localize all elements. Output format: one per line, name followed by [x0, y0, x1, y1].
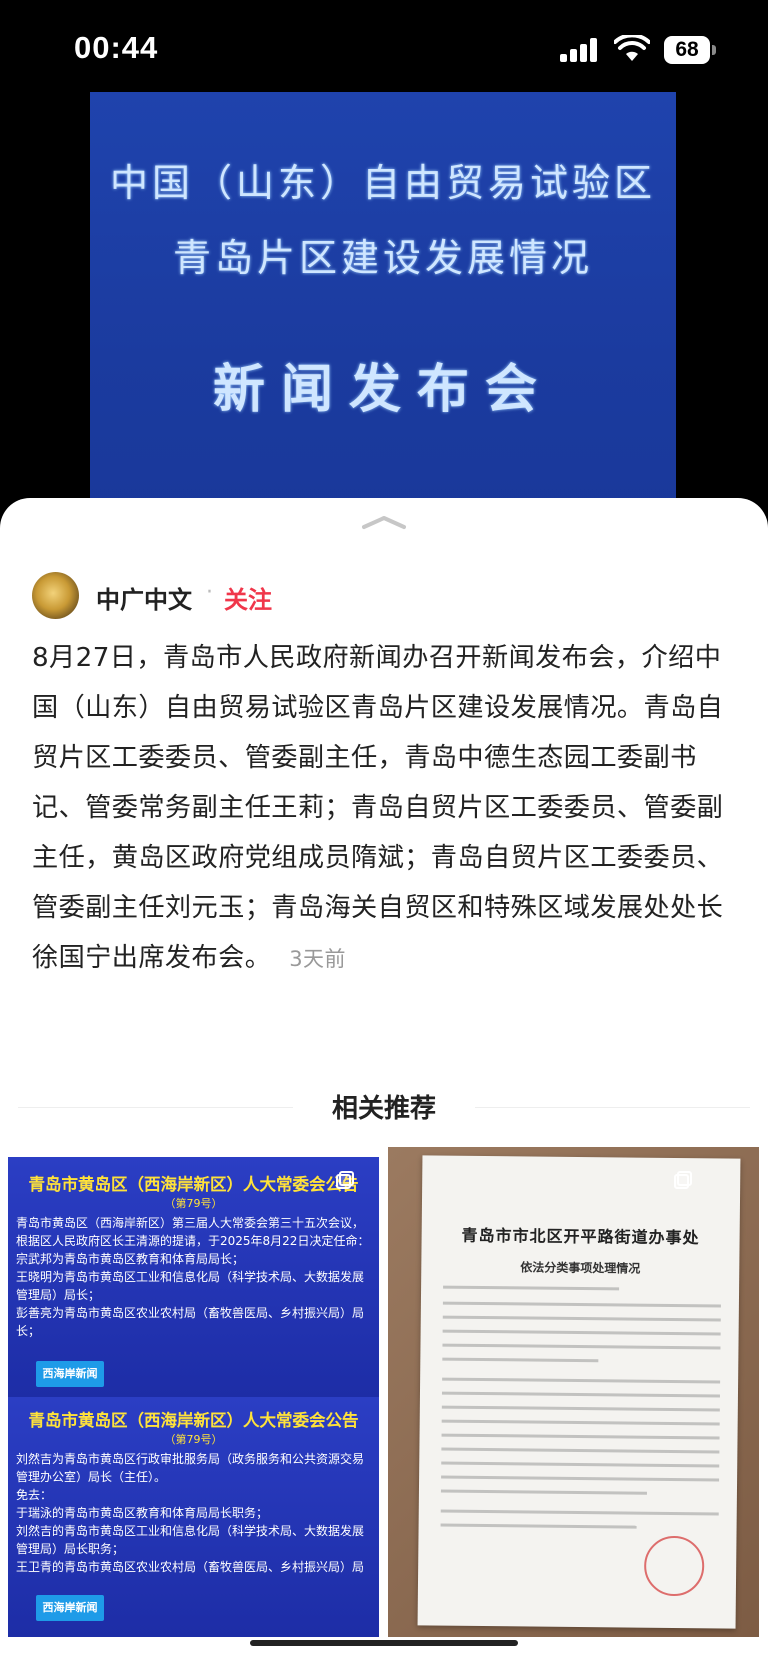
- notice-line: 管理办公室）局长（主任）。: [16, 1470, 167, 1484]
- notice-line: 刘然吉为青岛市黄岛区行政审批服务局（政务服务和公共资源交易: [16, 1452, 365, 1466]
- chevron-up-icon[interactable]: [361, 514, 407, 530]
- notice-panel-1: 青岛市黄岛区（西海岸新区）人大常委会公告 （第79号） 青岛市黄岛区（西海岸新区…: [8, 1157, 379, 1397]
- notice-title: 青岛市黄岛区（西海岸新区）人大常委会公告: [28, 1411, 359, 1430]
- doc-text-line: [441, 1475, 720, 1482]
- multi-image-icon: [674, 1171, 692, 1189]
- wifi-icon: [614, 35, 650, 61]
- doc-text-line: [442, 1377, 721, 1384]
- video-player[interactable]: 中国（山东）自由贸易试验区 青岛片区建设发展情况 新闻发布会: [90, 92, 676, 532]
- video-caption-line2: 青岛片区建设发展情况: [172, 236, 593, 280]
- post-time: 3天前: [289, 947, 346, 971]
- doc-text-line: [441, 1391, 720, 1398]
- separator-dot: ·: [206, 580, 213, 605]
- notice-line: 根据区人民政府区长王清源的提请，于2025年8月22日决定任命：: [16, 1234, 370, 1248]
- doc-text-line: [442, 1329, 721, 1336]
- notice-number: （第79号）: [164, 1433, 223, 1446]
- official-seal: [643, 1535, 705, 1597]
- notice-line: 免去：: [16, 1488, 53, 1502]
- multi-image-icon: [336, 1171, 354, 1189]
- author-name[interactable]: 中广中文: [96, 580, 192, 615]
- notice-line: 管理局）局长职务；: [16, 1542, 125, 1556]
- doc-text-line: [441, 1405, 720, 1412]
- doc-text-line: [441, 1461, 720, 1468]
- notice-title: 青岛市黄岛区（西海岸新区）人大常委会公告: [28, 1175, 359, 1194]
- video-caption-line3: 新闻发布会: [212, 359, 553, 420]
- notice-line: 王卫青的青岛市黄岛区农业农村局（畜牧兽医局、乡村振兴局）局: [16, 1560, 365, 1574]
- related-card-left[interactable]: 青岛市黄岛区（西海岸新区）人大常委会公告 （第79号） 青岛市黄岛区（西海岸新区…: [8, 1157, 379, 1637]
- doc-text-line: [441, 1447, 720, 1454]
- document-photo: 青岛市市北区开平路街道办事处 依法分类事项处理情况: [417, 1155, 741, 1629]
- status-bar: 00:44 68: [0, 0, 768, 100]
- doc-text-line: [440, 1523, 637, 1529]
- related-card-right[interactable]: 青岛市市北区开平路街道办事处 依法分类事项处理情况: [388, 1147, 759, 1637]
- notice-number: （第79号）: [164, 1197, 223, 1210]
- doc-text-line: [442, 1343, 721, 1350]
- related-title: 相关推荐: [331, 1094, 436, 1124]
- notice-line: 彭善亮为青岛市黄岛区农业农村局（畜牧兽医局、乡村振兴局）局: [16, 1306, 365, 1320]
- notice-line: 刘然吉的青岛市黄岛区工业和信息化局（科学技术局、大数据发展: [16, 1524, 365, 1538]
- doc-text-line: [440, 1509, 719, 1516]
- news-logo: 西海岸新闻: [36, 1361, 104, 1387]
- doc-subtitle: 依法分类事项处理情况: [520, 1260, 641, 1276]
- notice-line: 管理局）局长；: [16, 1288, 101, 1302]
- notice-panel-2: 青岛市黄岛区（西海岸新区）人大常委会公告 （第79号） 刘然吉为青岛市黄岛区行政…: [8, 1397, 379, 1637]
- notice-line: 长；: [16, 1324, 41, 1338]
- cellular-signal-icon: [560, 38, 600, 62]
- notice-line: 王晓明为青岛市黄岛区工业和信息化局（科学技术局、大数据发展: [16, 1270, 365, 1284]
- battery-icon: 68: [664, 36, 710, 64]
- doc-text-line: [441, 1419, 720, 1426]
- notice-line: 于瑞泳的青岛市黄岛区教育和体育局局长职务；: [16, 1506, 269, 1520]
- doc-title: 青岛市市北区开平路街道办事处: [461, 1225, 700, 1248]
- home-indicator[interactable]: [250, 1640, 518, 1646]
- follow-button[interactable]: 关注: [224, 580, 272, 615]
- news-logo: 西海岸新闻: [36, 1595, 104, 1621]
- author-row: 中广中文 · 关注: [32, 572, 732, 620]
- notice-line: 青岛市黄岛区（西海岸新区）第三届人大常委会第三十五次会议，: [16, 1216, 365, 1230]
- doc-text-line: [443, 1285, 620, 1291]
- post-text: 8月27日，青岛市人民政府新闻办召开新闻发布会，介绍中国（山东）自由贸易试验区青…: [32, 643, 724, 973]
- video-caption-line1: 中国（山东）自由贸易试验区: [109, 161, 656, 205]
- doc-text-line: [440, 1489, 647, 1495]
- doc-text-line: [442, 1315, 721, 1322]
- post-body: 8月27日，青岛市人民政府新闻办召开新闻发布会，介绍中国（山东）自由贸易试验区青…: [32, 633, 738, 984]
- doc-text-line: [441, 1433, 720, 1440]
- battery-tip: [712, 45, 716, 55]
- notice-line: 宗武邦为青岛市黄岛区教育和体育局局长；: [16, 1252, 245, 1266]
- doc-text-line: [442, 1357, 599, 1363]
- avatar[interactable]: [32, 572, 79, 619]
- doc-text-line: [442, 1301, 721, 1308]
- clock: 00:44: [74, 30, 159, 65]
